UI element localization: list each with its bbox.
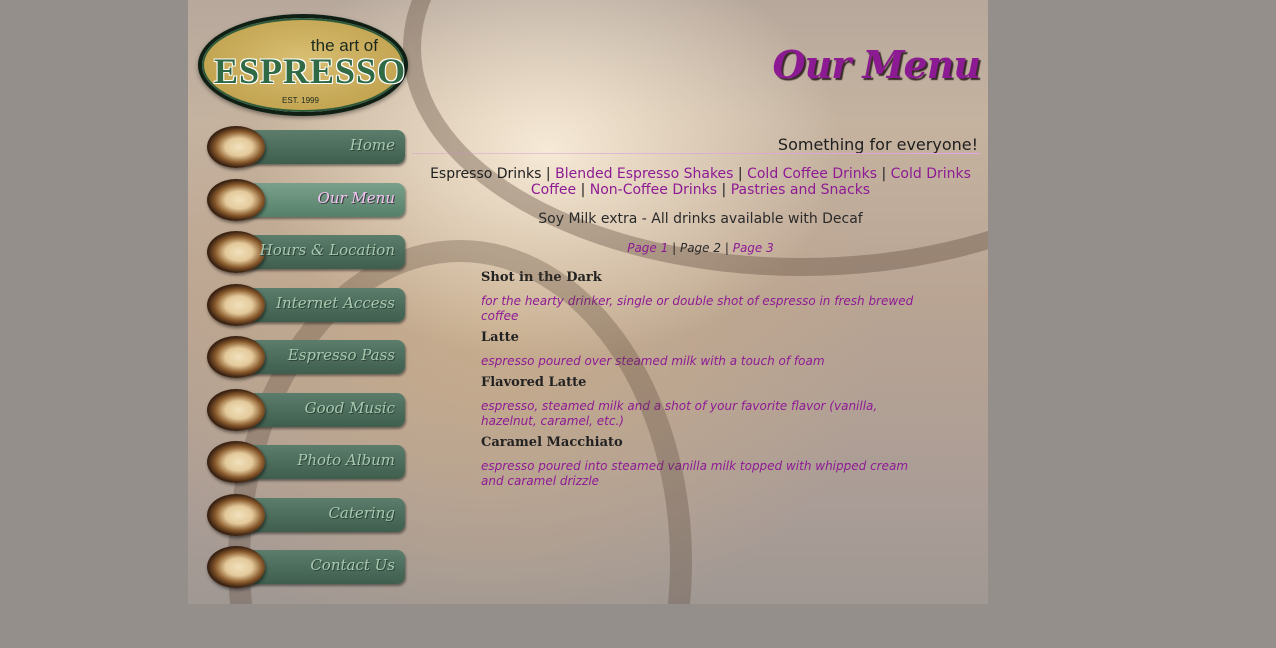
page-container: the art of ESPRESSO EST. 1999 Home Our M…: [188, 0, 988, 604]
category-separator: |: [545, 166, 551, 182]
page-3-link[interactable]: Page 3: [733, 241, 774, 255]
coffee-cup-icon: [207, 178, 265, 221]
pager-separator: |: [724, 241, 729, 255]
coffee-cup-icon: [207, 126, 265, 168]
category-link-blended-shakes[interactable]: Blended Espresso Shakes: [555, 166, 733, 182]
nav-photo-album-button[interactable]: Photo Album: [207, 441, 407, 483]
coffee-cup-icon: [207, 546, 265, 588]
page-2-current: Page 2: [679, 241, 722, 255]
nav-label: Home: [349, 136, 395, 154]
menu-item-description: espresso, steamed milk and a shot of you…: [481, 399, 878, 428]
nav-label: Internet Access: [276, 293, 395, 312]
soy-note: Soy Milk extra - All drinks available wi…: [538, 211, 863, 227]
page-1-link[interactable]: Page 1: [627, 241, 668, 255]
category-separator: |: [881, 166, 887, 182]
nav-home-button[interactable]: Home: [207, 126, 407, 168]
espresso-logo[interactable]: the art of ESPRESSO EST. 1999: [198, 14, 408, 116]
nav-good-music-button[interactable]: Good Music: [207, 388, 407, 431]
category-link-cold-coffee[interactable]: Cold Coffee Drinks: [747, 166, 877, 182]
logo-wordmark: ESPRESSO: [214, 51, 407, 91]
category-separator: |: [580, 182, 586, 198]
nav-espresso-pass-button[interactable]: Espresso Pass: [207, 336, 407, 378]
coffee-cup-icon: [207, 493, 265, 536]
category-separator: |: [737, 166, 743, 182]
nav-label: Our Menu: [317, 188, 395, 207]
menu-item-name: Latte: [481, 330, 519, 345]
nav-internet-access-button[interactable]: Internet Access: [207, 283, 407, 326]
menu-item-name: Caramel Macchiato: [481, 435, 623, 450]
nav-label: Photo Album: [297, 451, 395, 469]
menu-item-name: Shot in the Dark: [481, 270, 602, 285]
nav-our-menu-button[interactable]: Our Menu: [207, 178, 407, 221]
nav-label: Espresso Pass: [287, 346, 395, 364]
menu-item-description: espresso poured over steamed milk with a…: [481, 354, 825, 368]
pager-separator: |: [672, 241, 677, 255]
nav-label: Hours & Location: [259, 241, 395, 259]
nav-label: Good Music: [304, 398, 395, 417]
category-separator: |: [721, 182, 727, 198]
coffee-cup-icon: [207, 283, 265, 326]
menu-item: Shot in the Dark for the hearty drinker,…: [481, 270, 926, 324]
logo-est: EST. 1999: [282, 96, 319, 105]
page-tagline: Something for everyone!: [777, 135, 978, 154]
page-title: Our Menu: [772, 42, 981, 87]
menu-item-description: espresso poured into steamed vanilla mil…: [481, 459, 909, 488]
main-nav: Home Our Menu Hours & Location Internet …: [207, 126, 407, 599]
menu-item-description: for the hearty drinker, single or double…: [481, 294, 914, 323]
coffee-cup-icon: [207, 336, 265, 378]
coffee-cup-icon: [207, 388, 265, 431]
category-nav: Espresso Drinks | Blended Espresso Shake…: [418, 166, 983, 198]
category-link-pastries[interactable]: Pastries and Snacks: [731, 182, 870, 198]
nav-contact-us-button[interactable]: Contact Us: [207, 546, 407, 588]
category-current: Espresso Drinks: [430, 166, 542, 182]
menu-list: Shot in the Dark for the hearty drinker,…: [481, 270, 926, 495]
menu-item-name: Flavored Latte: [481, 375, 587, 390]
nav-label: Contact Us: [310, 556, 395, 574]
nav-label: Catering: [328, 503, 395, 522]
menu-item: Flavored Latte espresso, steamed milk an…: [481, 375, 926, 429]
pagination: Page 1 | Page 2 | Page 3: [418, 241, 983, 255]
menu-item: Caramel Macchiato espresso poured into s…: [481, 435, 926, 489]
nav-hours-location-button[interactable]: Hours & Location: [207, 231, 407, 273]
divider: [412, 153, 980, 154]
nav-catering-button[interactable]: Catering: [207, 493, 407, 536]
category-link-non-coffee[interactable]: Non-Coffee Drinks: [590, 182, 717, 198]
coffee-cup-icon: [207, 441, 265, 483]
coffee-cup-icon: [207, 231, 265, 273]
menu-item: Latte espresso poured over steamed milk …: [481, 330, 926, 369]
